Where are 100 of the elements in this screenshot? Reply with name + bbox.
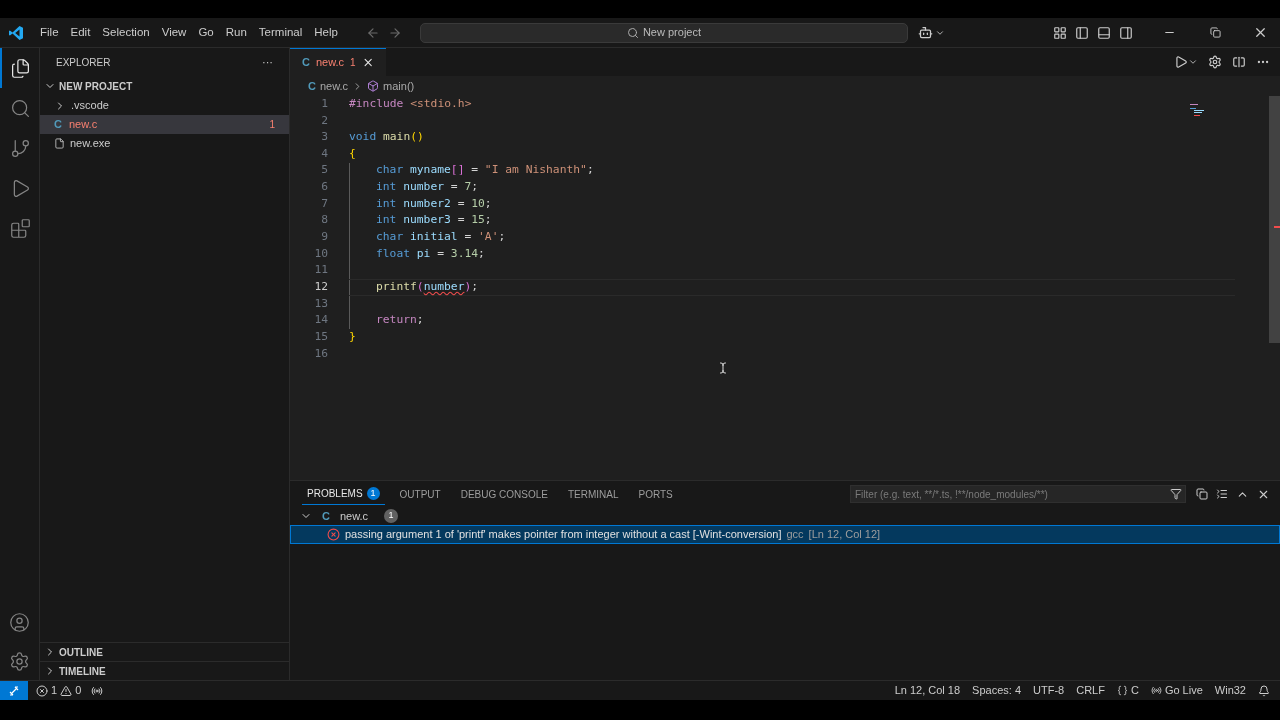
- status-item[interactable]: CRLF: [1076, 682, 1105, 699]
- line-number: 13: [313, 295, 328, 312]
- close-icon[interactable]: [1253, 25, 1268, 40]
- run-icon[interactable]: [1174, 55, 1188, 69]
- file-icon: [54, 138, 65, 149]
- status-item[interactable]: Win32: [1214, 682, 1246, 699]
- filter-field[interactable]: Filter (e.g. text, **/*.ts, !**/node_modules/**): [850, 485, 1186, 503]
- breadcrumb-item[interactable]: main(): [383, 77, 415, 95]
- view-as-list-icon[interactable]: [1216, 488, 1228, 500]
- error-icon: [36, 684, 48, 697]
- text-cursor-icon: [717, 362, 729, 374]
- line-number: 11: [313, 262, 328, 279]
- menu-item[interactable]: View: [155, 21, 193, 44]
- menu-item[interactable]: Go: [192, 21, 220, 44]
- cube-icon: [367, 80, 380, 92]
- tab-label: new.c: [315, 55, 345, 71]
- remote-button[interactable]: [0, 681, 28, 700]
- line-number: 14: [313, 312, 328, 329]
- panel-tab[interactable]: OUTPUT: [394, 483, 446, 505]
- problems-status[interactable]: 1 0: [36, 682, 82, 699]
- menu-item[interactable]: Selection: [96, 21, 156, 44]
- settings-icon[interactable]: [9, 651, 30, 672]
- command-center-label: New project: [642, 25, 701, 41]
- sidebar-toggle-icon[interactable]: [1075, 25, 1089, 40]
- line-number: 6: [320, 179, 328, 196]
- status-item[interactable]: Ln 12, Col 18: [894, 682, 961, 699]
- line-number: 12: [313, 279, 328, 296]
- secondary-sidebar-icon[interactable]: [1119, 25, 1133, 40]
- search-icon: [626, 26, 639, 39]
- line-number: 15: [313, 329, 328, 346]
- status-item[interactable]: Spaces: 4: [972, 682, 1022, 699]
- filter-icon[interactable]: [1170, 488, 1182, 500]
- robot-icon: [917, 25, 933, 40]
- line-number: 1: [320, 95, 328, 112]
- error-marker: [1274, 226, 1280, 228]
- notifications-icon[interactable]: [1258, 684, 1270, 697]
- file-tree-item[interactable]: .vscode: [40, 96, 289, 115]
- code-line: return;: [376, 312, 424, 329]
- c-file-icon: C: [302, 54, 310, 71]
- code-line: void main(): [349, 129, 424, 146]
- line-number: 16: [313, 345, 328, 362]
- broadcast-icon: [1150, 685, 1162, 696]
- breadcrumb-item[interactable]: new.c: [319, 77, 349, 95]
- collapse-all-icon[interactable]: [1196, 488, 1208, 500]
- menu-item[interactable]: File: [34, 21, 65, 44]
- status-item[interactable]: UTF-8: [1033, 682, 1065, 699]
- code-line: int number2 = 10;: [376, 195, 492, 212]
- editor-tab[interactable]: C new.c 1: [290, 48, 386, 76]
- files-icon: [10, 57, 31, 79]
- problem-row[interactable]: passing argument 1 of 'printf' makes pointer from integer without a cast [-Wint-conversion] gcc [Ln 12, Col 12]: [290, 525, 1280, 544]
- go-live-button[interactable]: Go Live: [1150, 682, 1203, 699]
- line-number: 7: [320, 195, 328, 212]
- close-icon[interactable]: [361, 56, 374, 69]
- command-center[interactable]: New project: [419, 22, 908, 43]
- copilot-button[interactable]: [917, 25, 945, 40]
- file-name: .vscode: [71, 98, 109, 114]
- panel-tab[interactable]: TERMINAL: [562, 483, 624, 505]
- section-header[interactable]: OUTLINE: [40, 642, 289, 661]
- language-status[interactable]: C: [1116, 682, 1139, 699]
- code-line: int number = 7;: [376, 179, 479, 196]
- layout-icon[interactable]: [1053, 25, 1067, 40]
- ports-icon[interactable]: [91, 684, 104, 697]
- back-icon[interactable]: [365, 25, 380, 40]
- app-logo-icon: [8, 24, 24, 41]
- menu-item[interactable]: Help: [308, 21, 344, 44]
- panel-toggle-icon[interactable]: [1097, 25, 1111, 40]
- code-line: char initial = 'A';: [376, 229, 506, 246]
- menu-item[interactable]: Terminal: [252, 21, 309, 44]
- line-number: 8: [320, 212, 328, 229]
- menu-item[interactable]: Run: [219, 21, 253, 44]
- error-count: 1: [269, 118, 275, 132]
- restore-icon[interactable]: [1210, 27, 1221, 38]
- forward-icon[interactable]: [387, 25, 402, 40]
- problem-file-row[interactable]: C new.c 1: [290, 507, 1280, 525]
- split-editor-icon[interactable]: [1232, 55, 1246, 69]
- code-line: }: [349, 329, 356, 346]
- settings-icon[interactable]: [1208, 55, 1222, 69]
- code-line: float pi = 3.14;: [376, 245, 485, 262]
- chevron-icon[interactable]: [1188, 57, 1198, 67]
- panel-tab[interactable]: DEBUG CONSOLE: [455, 483, 553, 505]
- account-icon[interactable]: [9, 612, 30, 633]
- section-header[interactable]: NEW PROJECT: [40, 76, 289, 96]
- warning-icon: [60, 684, 73, 697]
- scrollbar[interactable]: [1269, 96, 1280, 343]
- file-tree-item[interactable]: new.exe: [40, 134, 289, 153]
- line-number: 2: [320, 112, 328, 129]
- file-tree-item[interactable]: C new.c 1: [40, 115, 289, 134]
- line-number: 3: [320, 129, 328, 146]
- extensions-icon: [10, 217, 31, 239]
- sidebar-title: EXPLORER: [56, 55, 111, 70]
- panel-tab[interactable]: PROBLEMS 1: [302, 483, 385, 505]
- menu-item[interactable]: Edit: [64, 21, 97, 44]
- more-actions[interactable]: ···: [262, 53, 273, 71]
- code-line: int number3 = 15;: [376, 212, 492, 229]
- code-line: char myname[] = "I am Nishanth";: [376, 162, 594, 179]
- count-badge: 1: [366, 487, 380, 500]
- c-file-icon: C: [54, 116, 64, 133]
- panel-tab[interactable]: PORTS: [633, 483, 678, 505]
- file-name: new.exe: [70, 136, 111, 152]
- line-number: 10: [313, 245, 328, 262]
